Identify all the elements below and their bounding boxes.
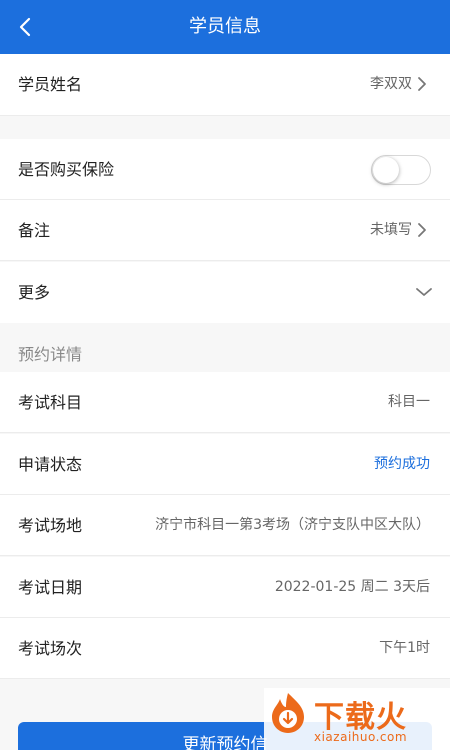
- apply-status-row: 申请状态 预约成功: [0, 434, 450, 495]
- exam-subject-label: 考试科目: [18, 393, 83, 412]
- student-name-row[interactable]: 学员姓名 李双双: [0, 54, 450, 105]
- chevron-right-icon: [418, 77, 426, 91]
- exam-venue-value: 济宁市科目一第3考场（济宁支队中区大队）: [155, 517, 430, 533]
- chevron-down-icon: [416, 288, 432, 296]
- exam-venue-row: 考试场地 济宁市科目一第3考场（济宁支队中区大队）: [0, 495, 450, 556]
- apply-status-label: 申请状态: [18, 455, 83, 474]
- watermark: 下载火 xiazaihuo.com: [264, 688, 450, 750]
- exam-session-label: 考试场次: [18, 639, 83, 658]
- exam-date-row: 考试日期 2022-01-25 周二 3天后: [0, 557, 450, 618]
- insurance-label: 是否购买保险: [18, 160, 115, 179]
- insurance-toggle[interactable]: [371, 155, 431, 185]
- exam-date-label: 考试日期: [18, 578, 83, 597]
- more-label: 更多: [18, 283, 51, 302]
- exam-session-row: 考试场次 下午1时: [0, 618, 450, 679]
- exam-subject-value: 科目一: [388, 394, 430, 410]
- page-title: 学员信息: [189, 16, 261, 37]
- remark-label: 备注: [18, 221, 51, 240]
- watermark-domain: xiazaihuo.com: [314, 730, 408, 744]
- insurance-row: 是否购买保险: [0, 139, 450, 200]
- exam-date-value: 2022-01-25 周二 3天后: [274, 579, 430, 595]
- status-badge: 预约成功: [374, 456, 430, 472]
- remark-value: 未填写: [370, 222, 412, 238]
- remark-row[interactable]: 备注 未填写: [0, 200, 450, 261]
- flame-logo-icon: [272, 693, 304, 733]
- exam-subject-row: 考试科目 科目一: [0, 372, 450, 433]
- chevron-right-icon: [418, 223, 426, 237]
- app-header: 学员信息: [0, 0, 450, 54]
- exam-session-value: 下午1时: [379, 640, 430, 656]
- clipped-row: [0, 104, 450, 116]
- toggle-knob: [373, 157, 399, 183]
- more-row[interactable]: 更多: [0, 262, 450, 323]
- exam-venue-label: 考试场地: [18, 516, 83, 535]
